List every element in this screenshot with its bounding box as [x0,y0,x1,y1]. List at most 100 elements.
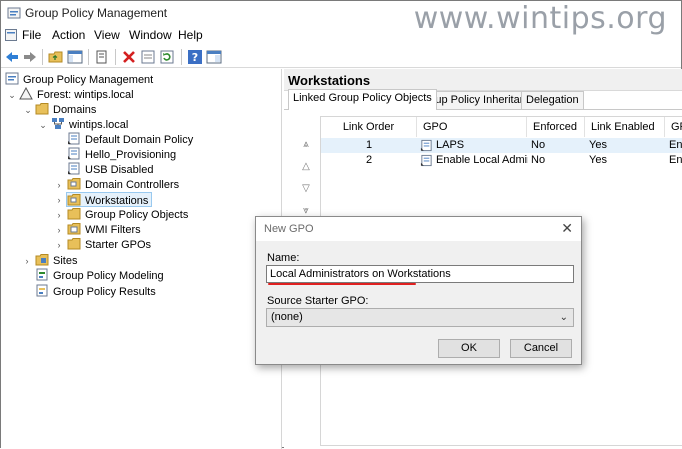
toolbar-separator [115,49,116,65]
tree-gpo-link-hello-provisioning[interactable]: Hello_Provisioning [67,147,176,162]
menu-view[interactable]: View [94,28,120,42]
ou-folder-icon [67,178,81,190]
show-hide-console-tree-icon[interactable] [67,49,83,65]
tree-domain-wintips[interactable]: wintips.local [51,117,128,132]
tree-sites[interactable]: Sites [35,253,77,268]
column-header-gpo[interactable]: GPO [417,117,527,137]
delete-icon[interactable] [121,49,137,65]
gpo-link-icon [420,139,432,152]
toolbar-separator [42,49,43,65]
tree-domains[interactable]: Domains [35,102,96,117]
source-starter-gpo-label: Source Starter GPO: [267,295,369,307]
properties-icon[interactable] [140,49,156,65]
details-header: Workstations [284,69,682,91]
menu-bar: File Action View Window Help [1,26,681,45]
tab-delegation[interactable]: Delegation [521,91,584,109]
tree-ou-workstations[interactable]: Workstations [66,192,153,207]
source-starter-gpo-select[interactable]: (none) ⌄ [266,308,574,327]
ou-folder-icon [67,194,81,206]
forward-arrow-icon[interactable] [22,49,38,65]
forest-icon [19,87,33,100]
tree-label: Hello_Provisioning [85,149,177,161]
chevron-down-icon[interactable]: ⌄ [23,105,33,115]
chevron-right-icon[interactable]: › [54,225,64,235]
tree-ou-domain-controllers[interactable]: Domain Controllers [67,177,179,192]
dialog-title-bar: New GPO ✕ [256,217,581,241]
table-cell-gpo[interactable]: LAPS [436,138,526,153]
tree-label: USB Disabled [85,164,154,176]
chevron-down-icon[interactable]: ⌄ [38,120,48,130]
toolbar: ? [1,46,681,68]
chevron-right-icon[interactable]: › [54,240,64,250]
tree-label: Group Policy Results [53,286,156,298]
results-icon [36,284,48,297]
tree-gpo-link-default-domain-policy[interactable]: Default Domain Policy [67,132,193,147]
tree-forest[interactable]: Forest: wintips.local [19,87,134,102]
menu-file[interactable]: File [22,28,41,42]
tree-wmi-filters[interactable]: WMI Filters [67,222,141,237]
name-label: Name: [267,252,300,264]
column-header-link-enabled[interactable]: Link Enabled [585,117,665,137]
chevron-down-icon[interactable]: ⌄ [7,90,17,100]
tree-label: Starter GPOs [85,239,152,251]
tree-starter-gpos[interactable]: Starter GPOs [67,237,151,252]
column-header-enforced[interactable]: Enforced [527,117,585,137]
chevron-down-icon: ⌄ [559,312,568,323]
move-up-icon[interactable]: △ [298,160,314,174]
gpo-link-icon [68,147,80,160]
tree-gp-modeling[interactable]: Group Policy Modeling [35,268,164,283]
ok-button[interactable]: OK [438,339,500,358]
tree-label: Forest: wintips.local [37,89,134,101]
gpmc-app-icon [7,7,21,19]
tree-root-gpm[interactable]: Group Policy Management [5,72,153,87]
column-header-link-order[interactable]: Link Order [321,117,417,137]
menu-action[interactable]: Action [52,28,85,42]
chevron-right-icon[interactable]: › [54,210,64,220]
chevron-right-icon[interactable]: › [54,195,64,205]
dialog-title: New GPO [264,223,314,235]
highlight-underline [268,283,416,285]
tree-label: wintips.local [69,119,129,131]
tab-linked-gpos[interactable]: Linked Group Policy Objects [288,89,437,110]
gpo-link-icon [68,132,80,145]
menu-window[interactable]: Window [129,28,172,42]
tree-label: Group Policy Management [23,74,154,86]
new-gpo-dialog: New GPO ✕ Name: Local Administrators on … [255,216,582,365]
sites-icon [35,254,49,266]
tree-label: WMI Filters [85,224,141,236]
table-cell-link-enabled[interactable]: Yes [589,153,659,168]
chevron-right-icon[interactable]: › [54,180,64,190]
table-cell-gpo-status: Ena [669,154,682,166]
up-folder-icon[interactable] [48,49,64,65]
tree-gp-results[interactable]: Group Policy Results [35,284,156,299]
folder-icon [67,208,81,220]
move-down-icon[interactable]: ▽ [298,182,314,196]
refresh-icon[interactable] [159,49,175,65]
tree-gpo-link-usb-disabled[interactable]: USB Disabled [67,162,153,177]
table-cell-link-enabled[interactable]: Yes [589,138,659,153]
table-cell-order[interactable]: 1 [321,138,417,153]
console-icon[interactable] [206,49,222,65]
domain-icon [52,118,64,129]
svg-text:?: ? [192,51,198,64]
gpmc-window: Group Policy Management www.wintips.org … [0,0,682,449]
help-icon[interactable]: ? [187,49,203,65]
chevron-right-icon[interactable]: › [22,256,32,266]
table-cell-gpo[interactable]: Enable Local Admini... [436,153,528,168]
table-cell-enforced[interactable]: No [531,138,581,153]
cancel-button[interactable]: Cancel [510,339,572,358]
back-arrow-icon[interactable] [4,49,20,65]
table-cell-order[interactable]: 2 [321,153,417,168]
tree-group-policy-objects[interactable]: Group Policy Objects [67,207,188,222]
tree-label: Domains [53,104,97,116]
menu-help[interactable]: Help [178,28,203,42]
console-menu-icon[interactable] [5,29,17,41]
wmi-filter-icon [67,223,81,235]
close-icon[interactable]: ✕ [561,220,573,237]
copy-icon[interactable] [94,49,110,65]
gpo-link-icon [68,162,80,175]
table-cell-enforced[interactable]: No [531,153,581,168]
gpo-name-input[interactable]: Local Administrators on Workstations [266,265,574,283]
column-header-gpo-status[interactable]: GP [665,117,682,137]
move-to-top-icon[interactable]: ⩓ [298,138,314,152]
